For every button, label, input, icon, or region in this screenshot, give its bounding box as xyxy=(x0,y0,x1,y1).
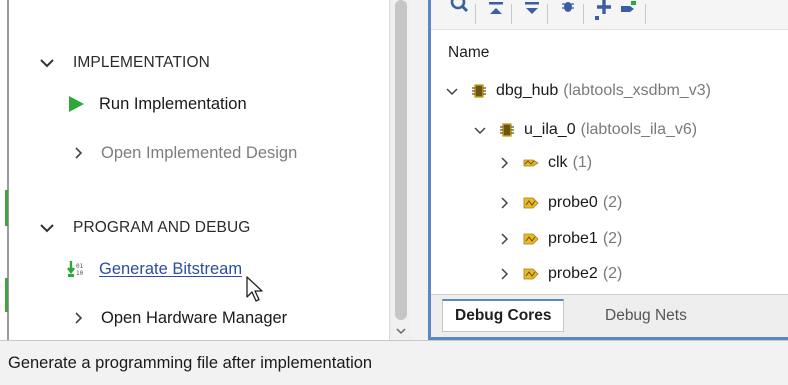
open-implemented-design-label: Open Implemented Design xyxy=(101,143,298,162)
toolbar-separator xyxy=(645,4,646,24)
tree-meta: (labtools_xsdbm_v3) xyxy=(563,82,711,99)
tree-row-probe1[interactable]: probe1 (2) xyxy=(497,227,622,251)
flow-navigator: IMPLEMENTATION Run Implementation Open I… xyxy=(11,0,388,340)
mouse-pointer-icon xyxy=(246,276,263,302)
svg-text:10: 10 xyxy=(76,270,84,277)
tree-name: dbg_hub xyxy=(496,82,559,99)
tree-name: u_ila_0 xyxy=(524,121,576,138)
status-bar: Generate a programming file after implem… xyxy=(0,340,788,385)
probe-icon xyxy=(523,233,539,245)
section-title: PROGRAM AND DEBUG xyxy=(73,219,251,236)
chevron-right-icon[interactable] xyxy=(497,196,511,210)
chevron-right-icon[interactable] xyxy=(497,156,511,170)
probe-icon xyxy=(523,268,539,280)
tree-row-probe0[interactable]: probe0 (2) xyxy=(497,191,622,215)
tree-meta: (1) xyxy=(572,154,593,171)
status-text: Generate a programming file after implem… xyxy=(8,353,373,372)
debug-tab-strip: Debug Cores Debug Nets xyxy=(431,294,788,337)
implementation-section-header[interactable]: IMPLEMENTATION xyxy=(37,52,210,74)
scrollbar-thumb[interactable] xyxy=(395,0,407,320)
open-hardware-manager-label: Open Hardware Manager xyxy=(101,308,288,327)
chip-icon xyxy=(472,84,486,98)
svg-text:01: 01 xyxy=(76,263,84,270)
edge-indicator xyxy=(5,278,8,312)
tree-name: clk xyxy=(548,154,568,171)
search-icon[interactable] xyxy=(449,0,471,26)
generate-bitstream-label: Generate Bitstream xyxy=(99,259,243,278)
tree-meta: (2) xyxy=(602,265,623,282)
net-icon xyxy=(523,159,539,167)
tree-row-dbg-hub[interactable]: dbg_hub (labtools_xsdbm_v3) xyxy=(445,79,711,103)
run-play-icon xyxy=(67,95,85,113)
chevron-down-icon[interactable] xyxy=(473,123,487,137)
debug-toolbar xyxy=(431,0,788,30)
name-column-header[interactable]: Name xyxy=(431,40,788,66)
tab-debug-nets[interactable]: Debug Nets xyxy=(593,299,699,332)
run-implementation-button[interactable]: Run Implementation xyxy=(67,92,247,116)
open-implemented-design-item[interactable]: Open Implemented Design xyxy=(69,141,297,165)
debug-panel: Name dbg_hub (labtools_xsdbm_v3) u_ila_0… xyxy=(428,0,788,340)
add-icon[interactable] xyxy=(593,0,615,26)
program-debug-section-header[interactable]: PROGRAM AND DEBUG xyxy=(37,217,250,239)
toolbar-separator xyxy=(511,4,512,24)
chevron-right-icon[interactable] xyxy=(497,267,511,281)
chevron-down-icon[interactable] xyxy=(37,218,57,238)
toolbar-separator xyxy=(547,4,548,24)
chevron-down-icon[interactable] xyxy=(445,84,459,98)
run-marker-icon[interactable] xyxy=(617,0,639,26)
tree-row-clk[interactable]: clk (1) xyxy=(497,151,592,175)
open-hardware-manager-item[interactable]: Open Hardware Manager xyxy=(69,306,287,330)
chevron-right-icon[interactable] xyxy=(69,144,87,162)
collapse-all-icon[interactable] xyxy=(485,0,507,26)
chevron-right-icon[interactable] xyxy=(69,309,87,327)
chevron-right-icon[interactable] xyxy=(497,232,511,246)
tree-row-probe2[interactable]: probe2 (2) xyxy=(497,262,622,286)
splitter[interactable] xyxy=(411,0,428,340)
navigator-scrollbar[interactable] xyxy=(389,0,411,340)
tab-debug-cores[interactable]: Debug Cores xyxy=(442,299,565,332)
tree-meta: (2) xyxy=(602,194,623,211)
section-title: IMPLEMENTATION xyxy=(73,54,210,71)
edge-indicator xyxy=(5,190,8,226)
tree-name: probe2 xyxy=(548,265,598,282)
chip-icon xyxy=(500,123,514,137)
bitstream-icon: 01 10 xyxy=(67,260,85,278)
chevron-down-icon[interactable] xyxy=(37,53,57,73)
run-implementation-label: Run Implementation xyxy=(99,94,247,113)
toolbar-separator xyxy=(475,4,476,24)
tree-name: probe1 xyxy=(548,230,598,247)
left-window-edge xyxy=(0,0,9,340)
generate-bitstream-button[interactable]: 01 10 Generate Bitstream xyxy=(67,257,242,281)
tree-meta: (labtools_ila_v6) xyxy=(580,121,698,138)
probe-icon xyxy=(523,197,539,209)
tree-name: probe0 xyxy=(548,194,598,211)
tree-meta: (2) xyxy=(602,230,623,247)
toolbar-separator xyxy=(583,4,584,24)
expand-all-icon[interactable] xyxy=(521,0,543,26)
tree-row-u-ila-0[interactable]: u_ila_0 (labtools_ila_v6) xyxy=(473,118,697,142)
scroll-down-arrow-icon[interactable] xyxy=(395,325,407,337)
debug-bug-icon[interactable] xyxy=(557,0,579,26)
